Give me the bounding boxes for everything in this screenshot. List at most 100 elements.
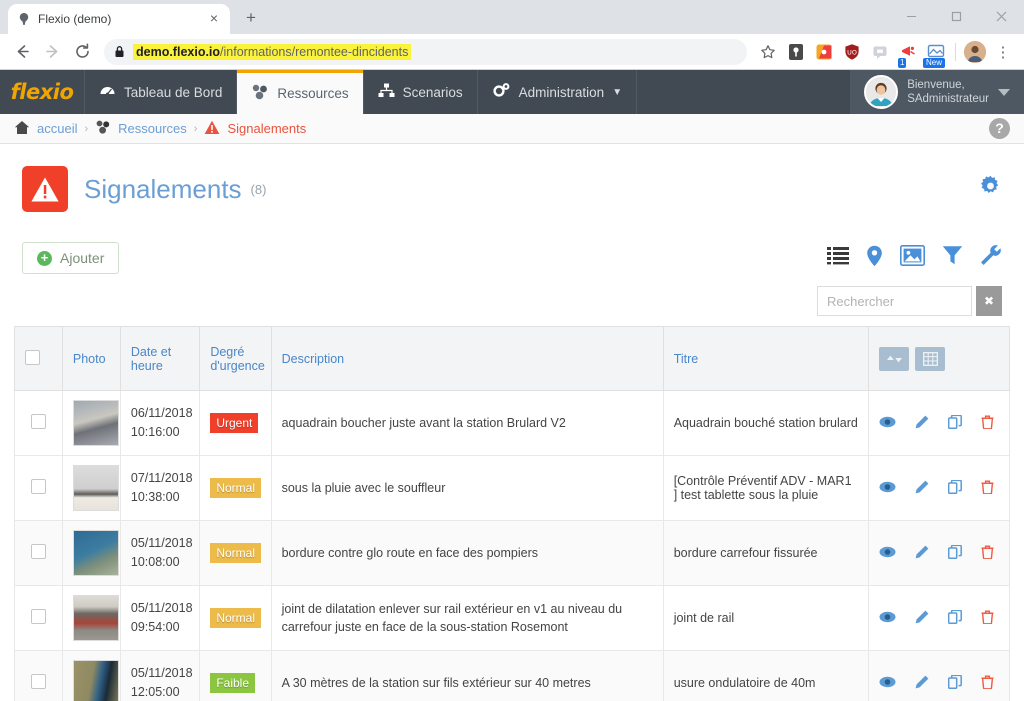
page-count: (8) bbox=[250, 181, 267, 197]
breadcrumb-item-accueil[interactable]: accueil bbox=[37, 121, 77, 136]
breadcrumb-item-signalements[interactable]: Signalements bbox=[227, 121, 306, 136]
nav-item-tableau-de-bord[interactable]: Tableau de Bord bbox=[85, 70, 236, 114]
delete-action-icon[interactable] bbox=[981, 610, 994, 627]
url-path: /informations/remontee-dincidents bbox=[220, 44, 409, 59]
view-action-icon[interactable] bbox=[879, 481, 896, 496]
profile-avatar[interactable] bbox=[962, 39, 988, 65]
duplicate-action-icon[interactable] bbox=[948, 609, 963, 627]
browser-tab-strip: Flexio (demo) × + bbox=[0, 0, 1024, 34]
duplicate-action-icon[interactable] bbox=[948, 674, 963, 692]
resources-icon bbox=[251, 84, 269, 103]
megaphone-icon[interactable]: 1 bbox=[895, 39, 921, 68]
view-action-icon[interactable] bbox=[879, 546, 896, 561]
sort-button[interactable] bbox=[879, 346, 910, 371]
photo-thumbnail[interactable] bbox=[72, 660, 119, 701]
select-all-checkbox[interactable] bbox=[25, 349, 40, 365]
delete-action-icon[interactable] bbox=[981, 480, 994, 497]
breadcrumb: accueil › Ressources › Signalements ? bbox=[0, 114, 1024, 144]
photo-thumbnail[interactable] bbox=[72, 595, 119, 641]
window-maximize-button[interactable] bbox=[934, 0, 979, 32]
row-actions bbox=[879, 609, 999, 627]
view-action-icon[interactable] bbox=[879, 676, 896, 691]
row-checkbox[interactable] bbox=[30, 479, 46, 494]
table-row[interactable]: 07/11/2018 10:38:00 Normal sous la pluie… bbox=[14, 455, 1010, 521]
search-input[interactable] bbox=[817, 286, 972, 316]
forward-button[interactable] bbox=[38, 38, 66, 66]
ghostery-icon[interactable] bbox=[783, 39, 809, 65]
nav-item-ressources[interactable]: Ressources bbox=[237, 70, 363, 114]
delete-action-icon[interactable] bbox=[981, 545, 994, 562]
ublock-origin-icon[interactable]: UO bbox=[839, 39, 865, 65]
view-action-icon[interactable] bbox=[879, 416, 896, 431]
browser-menu-icon[interactable]: ⋮ bbox=[990, 39, 1016, 65]
window-close-button[interactable] bbox=[979, 0, 1024, 32]
table-row[interactable]: 05/11/2018 09:54:00 Normal joint de dila… bbox=[14, 585, 1010, 651]
description-header[interactable]: Description bbox=[270, 326, 664, 391]
time-value: 09:54:00 bbox=[130, 620, 180, 634]
help-icon[interactable]: ? bbox=[989, 118, 1010, 139]
status-badge: Faible bbox=[210, 673, 256, 693]
edit-action-icon[interactable] bbox=[915, 610, 929, 627]
nav-item-scenarios[interactable]: Scenarios bbox=[364, 70, 477, 114]
row-checkbox[interactable] bbox=[30, 674, 46, 689]
gallery-icon[interactable] bbox=[900, 245, 925, 271]
delete-action-icon[interactable] bbox=[981, 675, 994, 692]
row-checkbox[interactable] bbox=[30, 609, 46, 624]
breadcrumb-item-ressources[interactable]: Ressources bbox=[118, 121, 187, 136]
newsfeed-icon[interactable]: New bbox=[923, 39, 949, 68]
window-minimize-button[interactable] bbox=[889, 0, 934, 32]
map-pin-icon[interactable] bbox=[866, 245, 883, 272]
duplicate-action-icon[interactable] bbox=[948, 479, 963, 497]
title-cell: usure ondulatoire de 40m bbox=[662, 650, 870, 701]
add-button[interactable]: + Ajouter bbox=[22, 242, 120, 274]
browser-tab[interactable]: Flexio (demo) × bbox=[8, 4, 230, 34]
date-header[interactable]: Date et heure bbox=[119, 326, 201, 391]
view-action-icon[interactable] bbox=[879, 611, 896, 626]
description-cell: A 30 mètres de la station sur fils extér… bbox=[270, 650, 664, 701]
tab-close-icon[interactable]: × bbox=[206, 11, 222, 27]
pocket-icon[interactable] bbox=[811, 39, 837, 65]
brand-logo[interactable]: flexio bbox=[0, 70, 84, 114]
filter-funnel-icon[interactable] bbox=[942, 245, 963, 271]
table-row[interactable]: 06/11/2018 10:16:00 Urgent aquadrain bou… bbox=[14, 390, 1010, 456]
nav-item-administration[interactable]: Administration ▼ bbox=[478, 70, 636, 114]
user-greeting-block: Bienvenue, SAdministrateur bbox=[907, 78, 989, 107]
edit-action-icon[interactable] bbox=[915, 545, 929, 562]
new-tab-button[interactable]: + bbox=[240, 7, 262, 29]
wrench-icon[interactable] bbox=[980, 245, 1002, 271]
row-checkbox[interactable] bbox=[30, 414, 46, 429]
table-row[interactable]: 05/11/2018 10:08:00 Normal bordure contr… bbox=[14, 520, 1010, 586]
bookmark-star-icon[interactable] bbox=[755, 39, 781, 65]
degree-header[interactable]: Degré d'urgence bbox=[199, 326, 272, 391]
user-avatar bbox=[864, 75, 899, 109]
photo-thumbnail[interactable] bbox=[72, 465, 119, 511]
degree-cell: Normal bbox=[199, 520, 272, 586]
duplicate-action-icon[interactable] bbox=[948, 414, 963, 432]
edit-action-icon[interactable] bbox=[915, 480, 929, 497]
time-value: 10:16:00 bbox=[130, 425, 180, 439]
columns-button[interactable] bbox=[915, 346, 946, 371]
edit-action-icon[interactable] bbox=[915, 675, 929, 692]
delete-action-icon[interactable] bbox=[981, 415, 994, 432]
row-checkbox[interactable] bbox=[30, 544, 46, 559]
gear-icon[interactable] bbox=[979, 175, 1002, 203]
reload-button[interactable] bbox=[68, 38, 96, 66]
date-value: 05/11/2018 bbox=[130, 666, 193, 681]
user-menu[interactable]: Bienvenue, SAdministrateur bbox=[850, 70, 1024, 114]
status-badge: Normal bbox=[210, 608, 261, 628]
address-bar[interactable]: demo.flexio.io/informations/remontee-din… bbox=[104, 38, 747, 65]
back-button[interactable] bbox=[8, 38, 36, 66]
photo-thumbnail[interactable] bbox=[72, 400, 119, 446]
speech-bubble-icon[interactable] bbox=[867, 39, 893, 65]
photo-header[interactable]: Photo bbox=[61, 326, 121, 391]
title-header[interactable]: Titre bbox=[662, 326, 870, 391]
search-clear-button[interactable]: ✖ bbox=[976, 286, 1002, 316]
duplicate-action-icon[interactable] bbox=[948, 544, 963, 562]
nav-label: Administration bbox=[518, 84, 605, 100]
plus-circle-icon: + bbox=[37, 250, 52, 266]
photo-thumbnail[interactable] bbox=[72, 530, 119, 576]
table-row[interactable]: 05/11/2018 12:05:00 Faible A 30 mètres d… bbox=[14, 650, 1010, 701]
edit-action-icon[interactable] bbox=[915, 415, 929, 432]
list-view-icon[interactable] bbox=[827, 246, 849, 270]
row-actions bbox=[879, 544, 999, 562]
